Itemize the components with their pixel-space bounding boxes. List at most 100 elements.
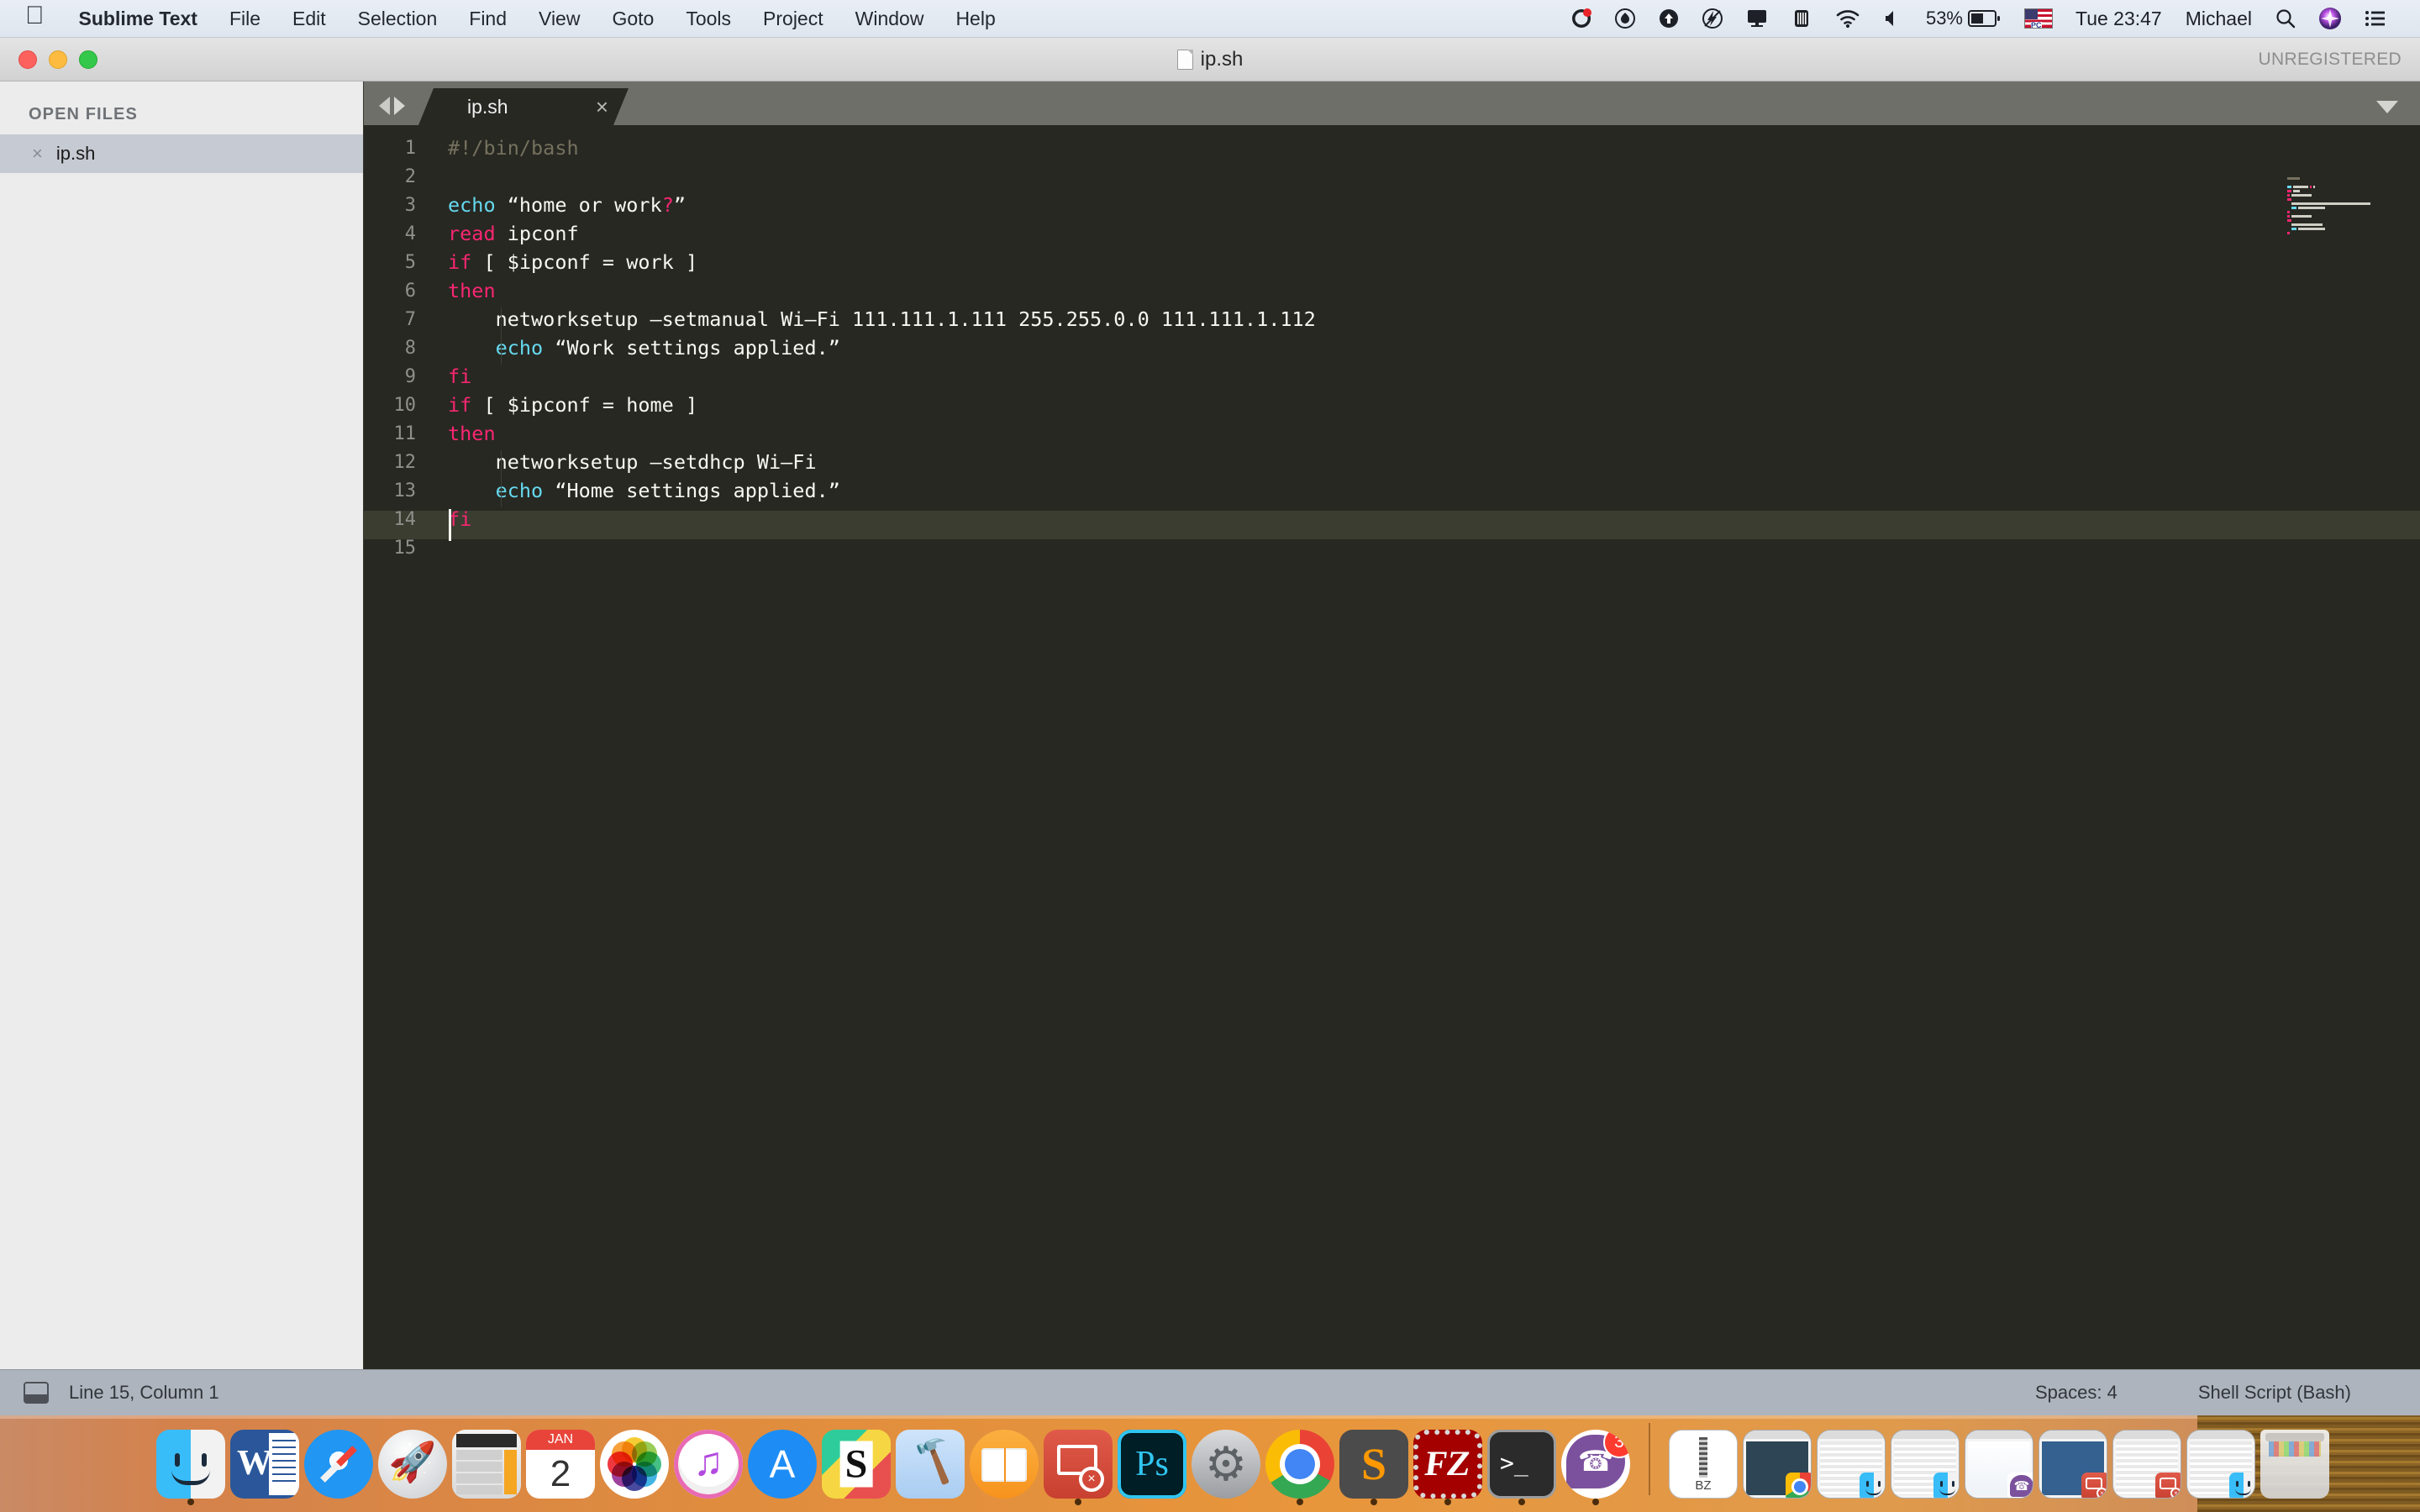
dock-item-calculator[interactable] bbox=[452, 1430, 521, 1507]
next-tab-arrow-icon[interactable] bbox=[394, 97, 405, 115]
dock-item-trash[interactable] bbox=[2260, 1430, 2329, 1507]
code-line-text: networksetup –setdhcp Wi–Fi bbox=[416, 450, 817, 479]
dock-minimized-chrome-window[interactable] bbox=[1743, 1430, 1812, 1507]
dock-item-chrome[interactable] bbox=[1265, 1430, 1334, 1507]
menu-item-find[interactable]: Find bbox=[453, 0, 523, 38]
dock-minimized-finder-window-2[interactable] bbox=[2186, 1430, 2255, 1507]
code-line[interactable]: 7 networksetup –setmanual Wi–Fi 111.111.… bbox=[364, 305, 2420, 336]
menu-item-view[interactable]: View bbox=[523, 0, 596, 38]
battery-status[interactable]: 53% bbox=[1914, 0, 2013, 38]
dock-item-system-preferences[interactable]: ⚙ bbox=[1192, 1430, 1260, 1507]
dock-minimized-spreadsheet-window[interactable] bbox=[1891, 1430, 1960, 1507]
menu-item-goto[interactable]: Goto bbox=[596, 0, 670, 38]
cursor-position-label[interactable]: Line 15, Column 1 bbox=[69, 1382, 219, 1404]
us-flag-icon[interactable] bbox=[2013, 0, 2064, 38]
airplay-icon[interactable] bbox=[1734, 0, 1780, 38]
battery-percent: 53% bbox=[1925, 8, 1963, 29]
menu-clock[interactable]: Tue 23:47 bbox=[2064, 0, 2174, 38]
dock-item-photos[interactable] bbox=[600, 1430, 669, 1507]
code-line[interactable]: 4 read ipconf bbox=[364, 219, 2420, 248]
code-line[interactable]: 2 bbox=[364, 162, 2420, 191]
sidebar-item-ip-sh[interactable]: × ip.sh bbox=[0, 134, 363, 173]
minimap-token bbox=[2291, 194, 2312, 197]
code-line[interactable]: 8 echo “Work settings applied.” bbox=[364, 333, 2420, 365]
minimap-line bbox=[2286, 207, 2410, 209]
dock-item-filezilla[interactable]: FZ bbox=[1413, 1430, 1482, 1507]
minimized-window-finder-2 bbox=[1891, 1430, 1960, 1499]
code-line[interactable]: 9 fi bbox=[364, 362, 2420, 391]
menu-user-name[interactable]: Michael bbox=[2174, 0, 2264, 38]
apple-icon[interactable]:  bbox=[0, 0, 63, 35]
prev-tab-arrow-icon[interactable] bbox=[379, 97, 390, 115]
code-token: ? bbox=[661, 193, 674, 217]
dock-item-finder[interactable] bbox=[156, 1430, 225, 1507]
code-line[interactable]: 10 if [ $ipconf = home ] bbox=[364, 391, 2420, 419]
menu-item-edit[interactable]: Edit bbox=[276, 0, 342, 38]
dock-item-app-store[interactable]: A bbox=[748, 1430, 817, 1507]
cloud-upload-icon[interactable] bbox=[1647, 0, 1691, 38]
dock-minimized-rdp-window-2[interactable]: × bbox=[2112, 1430, 2181, 1507]
dock-item-remote-desktop[interactable]: × bbox=[1044, 1430, 1113, 1507]
code-line[interactable]: 15 bbox=[364, 533, 2420, 562]
dock-item-sublime-text[interactable]: S bbox=[1339, 1430, 1408, 1507]
menu-item-project[interactable]: Project bbox=[747, 0, 839, 38]
shazam-icon[interactable] bbox=[1560, 0, 1603, 38]
tab-ip-sh[interactable]: ip.sh × bbox=[418, 88, 629, 125]
console-toggle-icon[interactable] bbox=[24, 1382, 49, 1404]
dock-separator bbox=[1649, 1423, 1650, 1495]
code-line[interactable]: 1 #!/bin/bash bbox=[364, 134, 2420, 162]
close-icon[interactable]: × bbox=[596, 96, 608, 118]
zoom-button[interactable] bbox=[79, 50, 97, 69]
minimap-panel[interactable] bbox=[2286, 177, 2410, 1369]
dock-item-calendar[interactable]: JAN 2 bbox=[526, 1430, 595, 1507]
notification-center-icon[interactable] bbox=[2353, 0, 2398, 38]
wifi-icon[interactable] bbox=[1823, 0, 1872, 38]
menu-item-tools[interactable]: Tools bbox=[670, 0, 747, 38]
syntax-setting[interactable]: Shell Script (Bash) bbox=[2158, 1382, 2391, 1404]
dock-minimized-viber-window[interactable]: ☎ bbox=[1965, 1430, 2033, 1507]
dock-item-safari[interactable] bbox=[304, 1430, 373, 1507]
code-line[interactable]: 13 echo “Home settings applied.” bbox=[364, 476, 2420, 507]
code-area[interactable]: 1 #!/bin/bash 2 3 echo “home or work?” 4 read … bbox=[364, 125, 2420, 1369]
volume-icon[interactable] bbox=[1872, 0, 1914, 38]
code-line[interactable]: 3 echo “home or work?” bbox=[364, 191, 2420, 219]
menu-item-file[interactable]: File bbox=[213, 0, 276, 38]
line-number: 11 bbox=[393, 423, 417, 444]
code-line[interactable]: 5 if [ $ipconf = work ] bbox=[364, 248, 2420, 276]
dock-minimized-finder-window[interactable] bbox=[1817, 1430, 1886, 1507]
siri-icon[interactable] bbox=[2307, 0, 2353, 38]
code-line-text: then bbox=[416, 279, 496, 302]
close-icon[interactable]: × bbox=[32, 144, 43, 163]
dock-item-word[interactable]: W bbox=[230, 1430, 299, 1507]
menu-app-name[interactable]: Sublime Text bbox=[63, 0, 213, 38]
dock-item-itunes[interactable]: ♫ bbox=[674, 1430, 743, 1507]
close-button[interactable] bbox=[18, 50, 37, 69]
dock-minimized-zip[interactable]: BZ bbox=[1669, 1430, 1738, 1507]
dock-item-sublime-merge[interactable]: S bbox=[822, 1430, 891, 1507]
dropbox-icon[interactable] bbox=[1603, 0, 1647, 38]
menu-item-window[interactable]: Window bbox=[839, 0, 940, 38]
minimize-button[interactable] bbox=[49, 50, 67, 69]
code-line[interactable]: 12 networksetup –setdhcp Wi–Fi bbox=[364, 448, 2420, 479]
dock-item-xcode[interactable]: 🔨 bbox=[896, 1430, 965, 1507]
minimap-token bbox=[2312, 186, 2315, 188]
code-line[interactable]: 6 then bbox=[364, 276, 2420, 305]
search-icon[interactable] bbox=[2264, 0, 2307, 38]
code-line[interactable]: 11 then bbox=[364, 419, 2420, 448]
dock-item-ibooks[interactable] bbox=[970, 1430, 1039, 1507]
dock-item-photoshop[interactable]: Ps bbox=[1118, 1430, 1186, 1507]
dock-item-viber[interactable]: ☎ 3 bbox=[1561, 1430, 1630, 1507]
chevron-down-icon[interactable] bbox=[2376, 101, 2398, 113]
document-icon bbox=[1176, 50, 1193, 70]
time-machine-icon[interactable] bbox=[1780, 0, 1823, 38]
dock-item-launchpad[interactable]: 🚀 bbox=[378, 1430, 447, 1507]
menu-item-help[interactable]: Help bbox=[939, 0, 1011, 38]
menu-item-selection[interactable]: Selection bbox=[342, 0, 454, 38]
window-title-bar: ip.sh UNREGISTERED bbox=[0, 38, 2420, 81]
dock-item-terminal[interactable]: >_ bbox=[1487, 1430, 1556, 1507]
indentation-setting[interactable]: Spaces: 4 bbox=[1995, 1382, 2158, 1404]
code-line[interactable]: 14 fi bbox=[364, 505, 2420, 533]
dock-minimized-rdp-window[interactable]: × bbox=[2039, 1430, 2107, 1507]
flash-icon[interactable] bbox=[1691, 0, 1734, 38]
